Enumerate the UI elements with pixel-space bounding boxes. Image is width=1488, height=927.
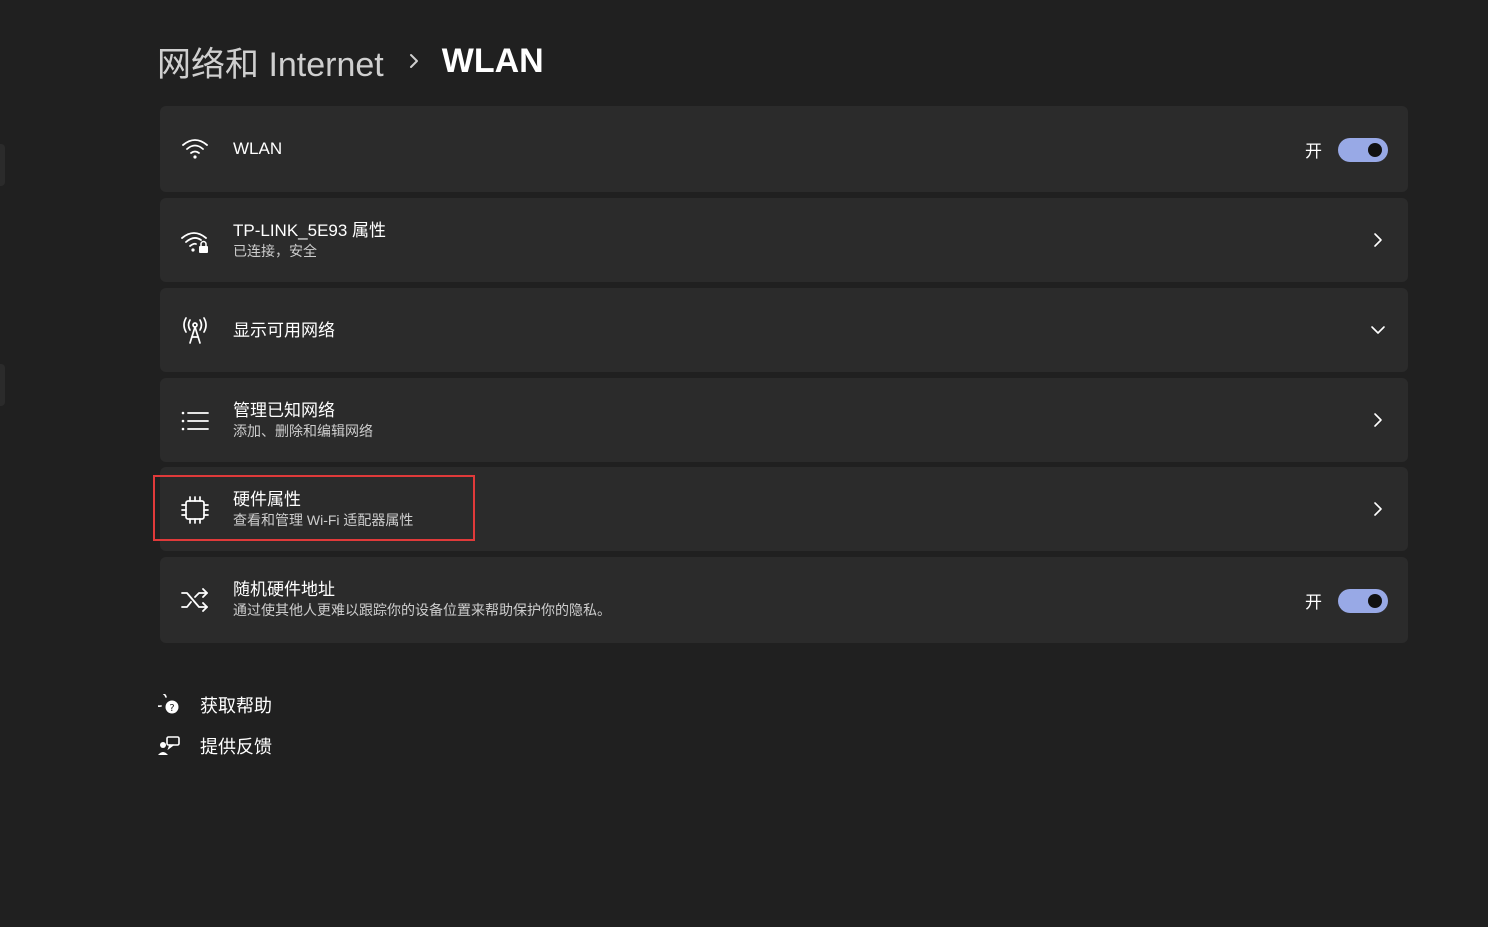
manage-known-networks-title: 管理已知网络 — [233, 401, 335, 420]
wifi-icon — [180, 134, 210, 164]
chevron-right-icon — [1374, 233, 1382, 247]
list-icon — [180, 406, 210, 436]
get-help-label: 获取帮助 — [200, 696, 272, 716]
wifi-lock-icon — [180, 227, 210, 257]
wlan-toggle[interactable] — [1338, 137, 1388, 162]
page-title: WLAN — [441, 41, 544, 80]
show-available-networks-card[interactable]: 显示可用网络 — [160, 288, 1408, 372]
chevron-right-icon — [1374, 413, 1382, 427]
help-chat-icon: ? — [158, 694, 180, 716]
wlan-toggle-card: WLAN 开 — [160, 106, 1408, 192]
chevron-right-icon — [1374, 502, 1382, 516]
get-help-link[interactable]: ? 获取帮助 — [158, 692, 272, 718]
settings-page: 网络和 Internet WLAN WLAN 开 TP-LINK_5E93 属性… — [0, 0, 1488, 927]
hardware-properties-subtitle: 查看和管理 Wi-Fi 适配器属性 — [233, 512, 414, 528]
random-hardware-address-title: 随机硬件地址 — [233, 580, 335, 599]
random-address-toggle[interactable] — [1338, 588, 1388, 613]
hardware-properties-card[interactable]: 硬件属性 查看和管理 Wi-Fi 适配器属性 — [160, 467, 1408, 551]
breadcrumb-parent[interactable]: 网络和 Internet — [157, 37, 384, 86]
shuffle-icon — [180, 585, 210, 615]
hardware-properties-title: 硬件属性 — [233, 490, 301, 509]
wlan-title: WLAN — [233, 139, 283, 158]
give-feedback-label: 提供反馈 — [200, 737, 272, 757]
give-feedback-link[interactable]: 提供反馈 — [158, 733, 272, 759]
chevron-right-icon — [408, 52, 420, 70]
svg-text:?: ? — [169, 703, 174, 714]
manage-known-networks-subtitle: 添加、删除和编辑网络 — [233, 423, 373, 439]
chevron-down-icon[interactable] — [1370, 322, 1386, 338]
chip-icon — [180, 495, 210, 525]
breadcrumb: 网络和 Internet WLAN — [157, 38, 544, 84]
random-hardware-address-card: 随机硬件地址 通过使其他人更难以跟踪你的设备位置来帮助保护你的隐私。 开 — [160, 557, 1408, 643]
random-hardware-address-subtitle: 通过使其他人更难以跟踪你的设备位置来帮助保护你的隐私。 — [233, 602, 611, 618]
feedback-icon — [158, 735, 180, 757]
wlan-toggle-label: 开 — [1305, 142, 1322, 161]
network-properties-title: TP-LINK_5E93 属性 — [233, 221, 387, 240]
nav-edge-indicator[interactable] — [0, 364, 5, 406]
manage-known-networks-card[interactable]: 管理已知网络 添加、删除和编辑网络 — [160, 378, 1408, 462]
show-available-networks-title: 显示可用网络 — [233, 321, 335, 340]
random-address-toggle-label: 开 — [1305, 593, 1322, 612]
network-properties-card[interactable]: TP-LINK_5E93 属性 已连接，安全 — [160, 198, 1408, 282]
nav-edge-indicator[interactable] — [0, 144, 5, 186]
network-properties-subtitle: 已连接，安全 — [233, 243, 317, 259]
antenna-icon — [180, 316, 210, 346]
